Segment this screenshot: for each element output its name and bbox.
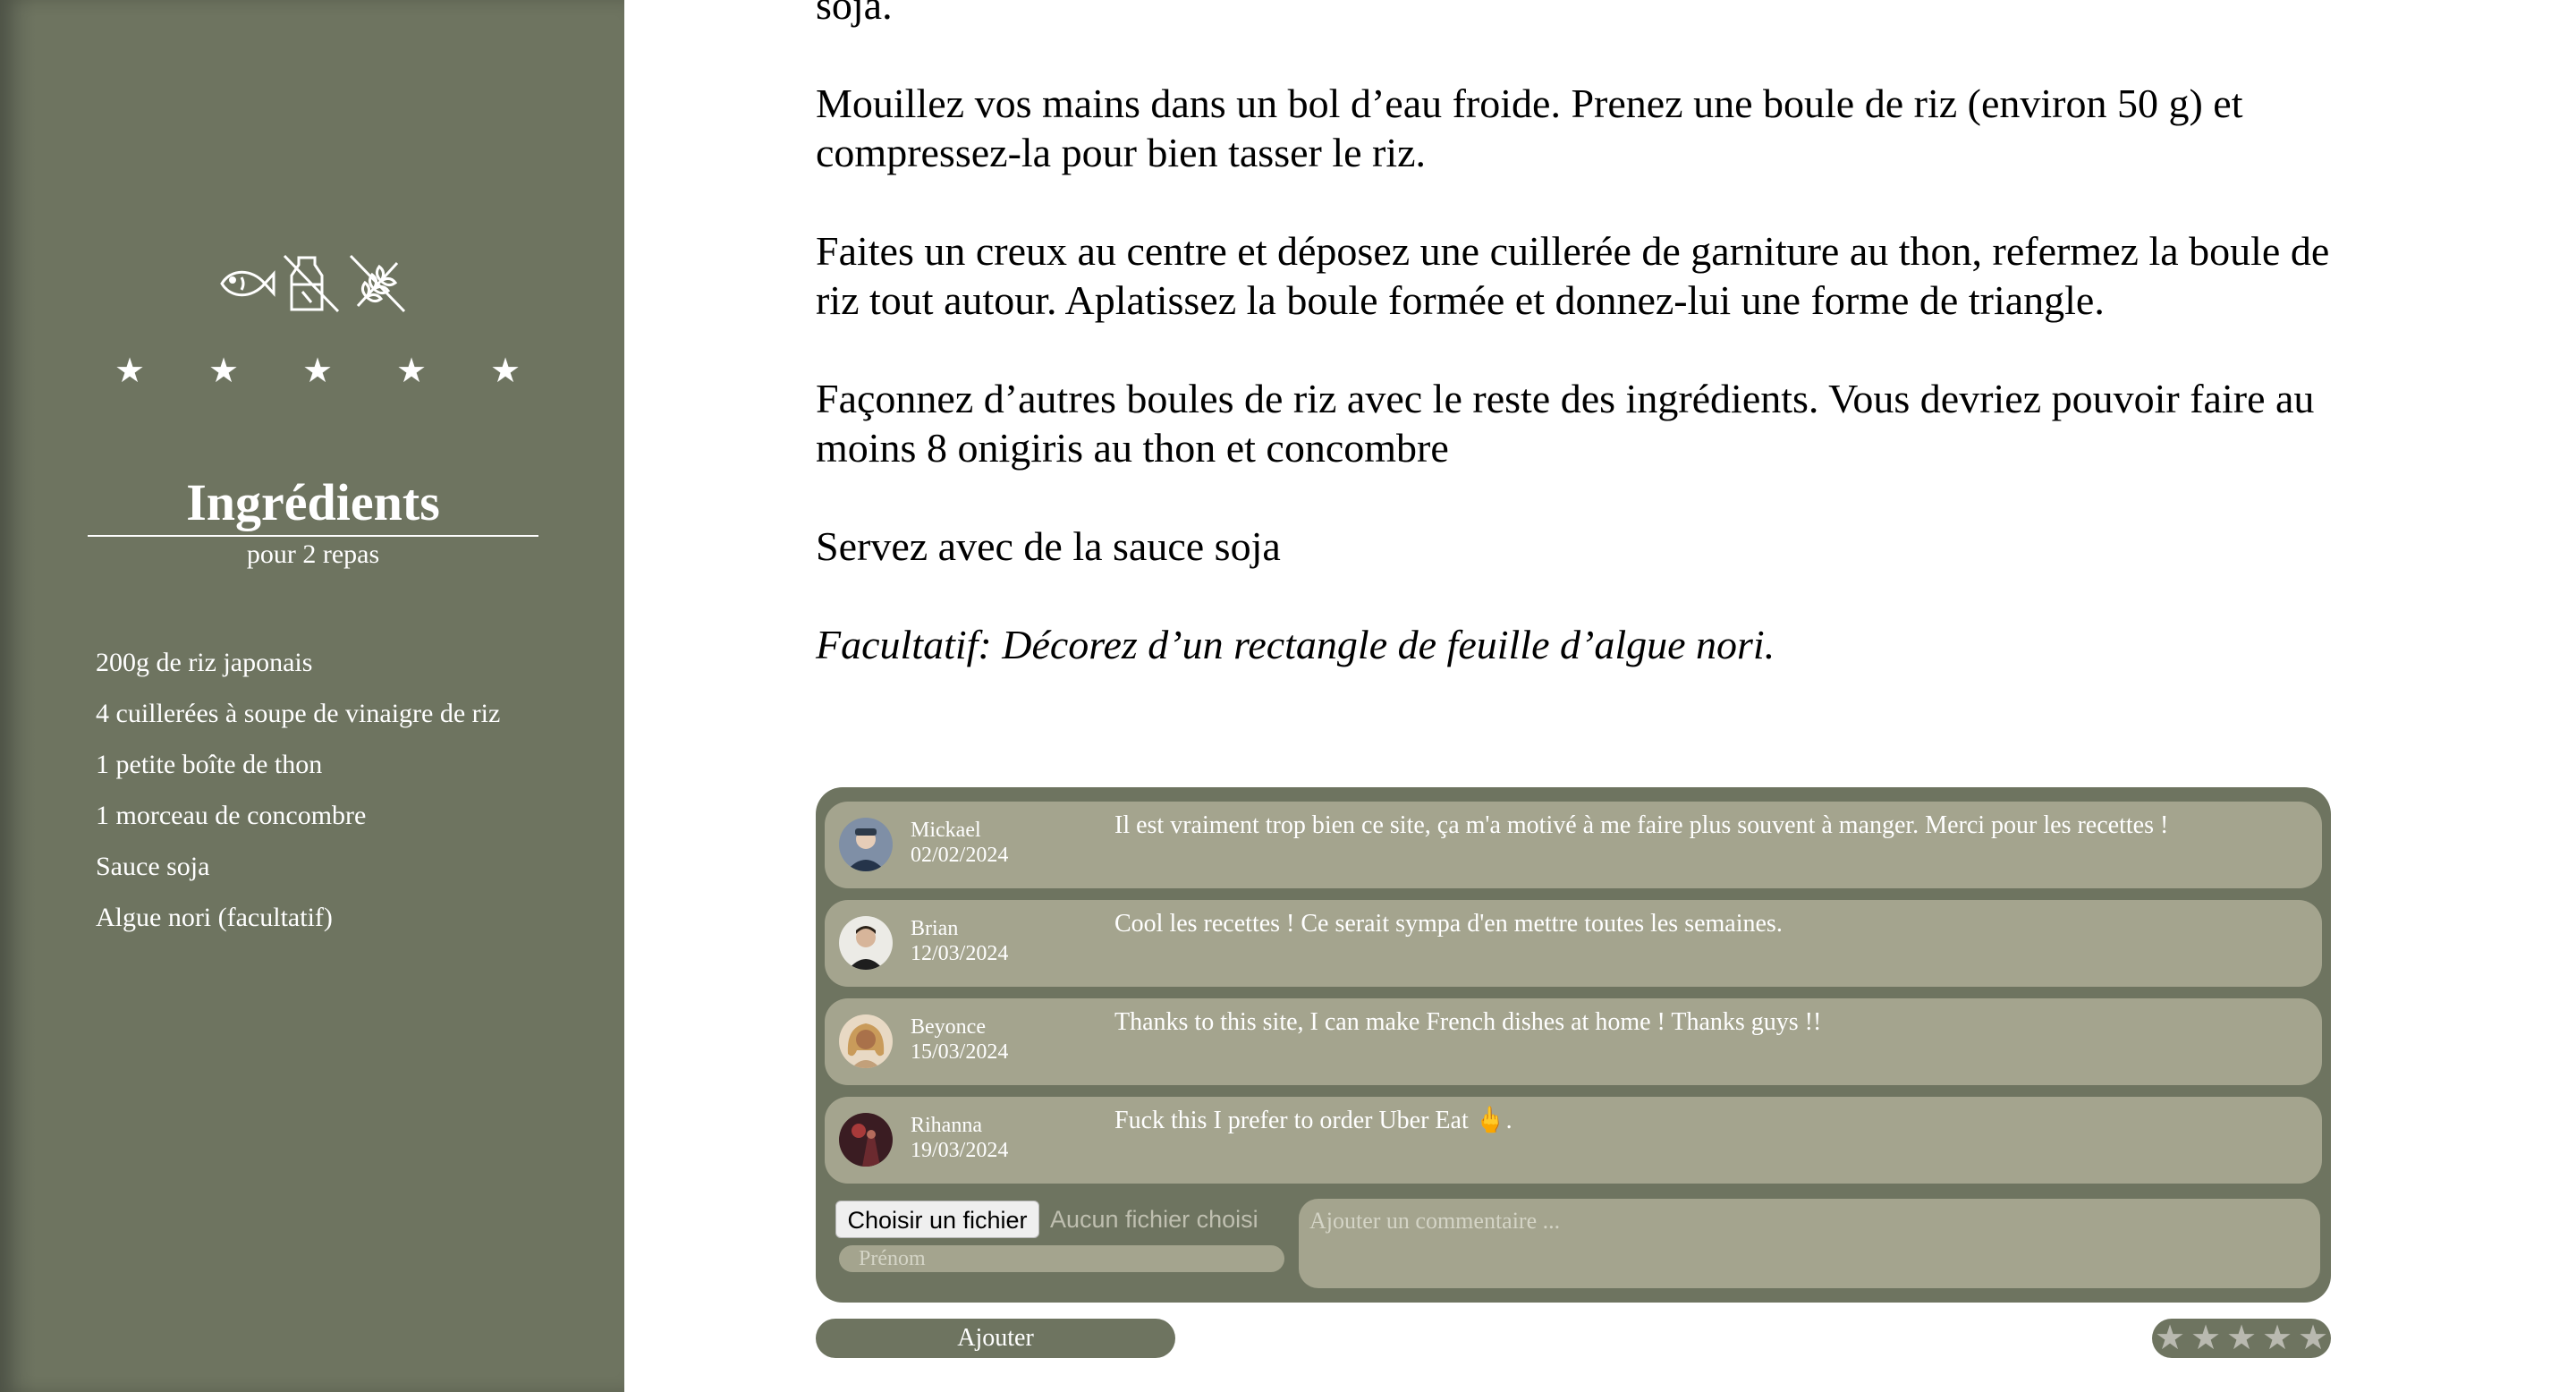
- ingredient-item: 200g de riz japonais: [96, 648, 313, 677]
- comment-item: Mickael 02/02/2024 Il est vraiment trop …: [825, 802, 2322, 888]
- comment-date: 19/03/2024: [911, 1139, 1009, 1162]
- file-status-label: Aucun fichier choisi: [1050, 1206, 1258, 1233]
- avatar: [839, 1014, 893, 1068]
- star-icon[interactable]: ★: [2260, 1319, 2294, 1358]
- add-comment-button[interactable]: Ajouter: [816, 1319, 1175, 1358]
- recipe-step: Façonnez d’autres boules de riz avec le …: [816, 376, 2315, 471]
- comment-textarea[interactable]: Ajouter un commentaire ...: [1299, 1199, 2320, 1288]
- title-divider: [88, 535, 538, 537]
- star-icon: ★: [114, 352, 146, 390]
- comment-author: Brian: [911, 917, 959, 940]
- comment-item: Beyonce 15/03/2024 Thanks to this site, …: [825, 998, 2322, 1085]
- star-icon[interactable]: ★: [2189, 1319, 2223, 1358]
- ingredient-item: 1 petite boîte de thon: [96, 750, 323, 779]
- ingredient-item: 1 morceau de concombre: [96, 801, 367, 830]
- comment-item: Brian 12/03/2024 Cool les recettes ! Ce …: [825, 900, 2322, 987]
- avatar: [839, 1113, 893, 1167]
- comment-date: 15/03/2024: [911, 1040, 1009, 1064]
- comment-text: Il est vraiment trop bien ce site, ça m'…: [1114, 811, 2169, 839]
- ingredient-item: 4 cuillerées à soupe de vinaigre de riz: [96, 699, 501, 728]
- ingredients-list: 200g de riz japonais 4 cuillerées à soup…: [96, 637, 500, 943]
- star-icon: ★: [489, 352, 521, 390]
- avatar: [839, 916, 893, 970]
- comment-author: Beyonce: [911, 1015, 986, 1039]
- no-dairy-icon: [281, 252, 342, 315]
- recipe-step: Faites un creux au centre et déposez une…: [816, 228, 2330, 323]
- star-icon: ★: [395, 352, 428, 390]
- first-name-input[interactable]: Prénom: [839, 1245, 1284, 1272]
- optional-note: Facultatif: Décorez d’un rectangle de fe…: [816, 622, 1775, 667]
- rating-input[interactable]: ★ ★ ★ ★ ★: [2152, 1319, 2331, 1358]
- ingredients-title: Ingrédients: [186, 473, 440, 531]
- star-icon[interactable]: ★: [2224, 1319, 2258, 1358]
- star-icon: ★: [208, 352, 240, 390]
- comment-date: 02/02/2024: [911, 844, 1009, 867]
- ingredient-item: Sauce soja: [96, 852, 210, 881]
- comment-date: 12/03/2024: [911, 942, 1009, 965]
- fish-icon: [215, 252, 275, 315]
- comment-text: Thanks to this site, I can make French d…: [1114, 1008, 1822, 1036]
- no-gluten-icon: [347, 252, 408, 315]
- comment-text: Fuck this I prefer to order Uber Eat 🖕.: [1114, 1107, 1513, 1134]
- diet-icons: [215, 252, 408, 315]
- comment-author: Rihanna: [911, 1114, 982, 1137]
- recipe-step: soja.: [816, 0, 893, 28]
- recipe-steps: soja. Mouillez vos mains dans un bol d’e…: [816, 0, 2354, 718]
- choose-file-button[interactable]: Choisir un fichier: [835, 1201, 1039, 1238]
- avatar: [839, 818, 893, 871]
- comment-author: Mickael: [911, 819, 981, 842]
- ingredients-sidebar: ★ ★ ★ ★ ★ Ingrédients pour 2 repas 200g …: [0, 0, 624, 1392]
- recipe-step: Servez avec de la sauce soja: [816, 523, 1281, 569]
- portions-label: pour 2 repas: [246, 539, 380, 569]
- comment-text: Cool les recettes ! Ce serait sympa d'en…: [1114, 910, 1783, 938]
- star-icon: ★: [301, 352, 334, 390]
- recipe-rating-stars: ★ ★ ★ ★ ★: [112, 351, 523, 391]
- recipe-step: Mouillez vos mains dans un bol d’eau fro…: [816, 81, 2243, 175]
- star-icon[interactable]: ★: [2153, 1319, 2187, 1358]
- star-icon[interactable]: ★: [2296, 1319, 2330, 1358]
- comments-section: Mickael 02/02/2024 Il est vraiment trop …: [816, 787, 2331, 1303]
- ingredient-item: Algue nori (facultatif): [96, 903, 333, 932]
- comment-item: Rihanna 19/03/2024 Fuck this I prefer to…: [825, 1097, 2322, 1184]
